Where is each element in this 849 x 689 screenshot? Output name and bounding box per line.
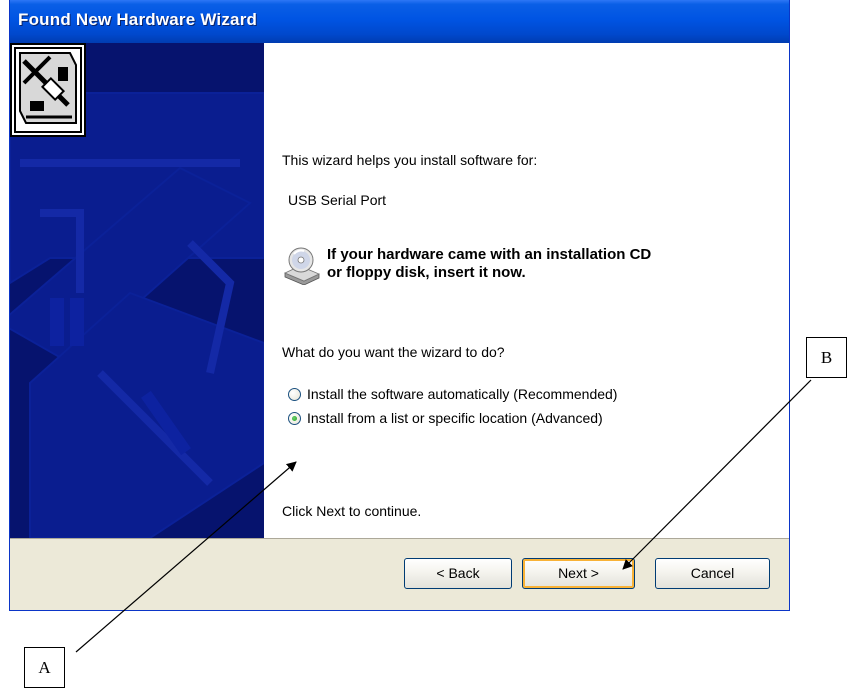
arrow-b bbox=[622, 379, 812, 570]
callout-b: B bbox=[806, 337, 847, 378]
arrow-a bbox=[75, 461, 297, 653]
callout-a: A bbox=[24, 647, 65, 688]
annotation-arrows bbox=[75, 379, 812, 653]
